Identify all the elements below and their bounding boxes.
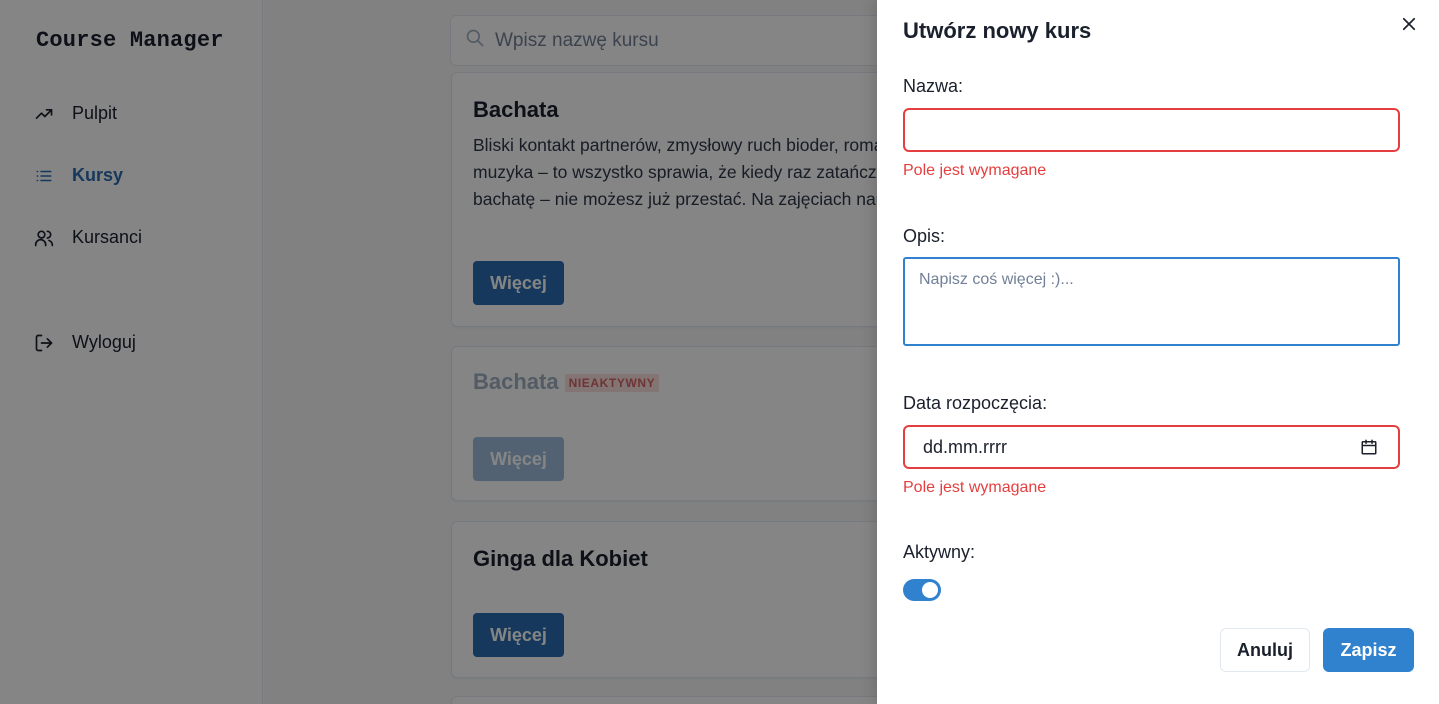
name-error: Pole jest wymagane (903, 162, 1047, 179)
start-date-field[interactable]: dd.mm.rrrr (903, 425, 1400, 469)
create-course-drawer: Utwórz nowy kurs Nazwa: Pole jest wymaga… (877, 0, 1439, 704)
date-placeholder: dd.mm.rrrr (923, 436, 1007, 457)
close-button[interactable] (1396, 12, 1422, 38)
drawer-title: Utwórz nowy kurs (903, 18, 1092, 43)
description-label: Opis: (903, 226, 946, 246)
description-field[interactable] (903, 257, 1400, 346)
active-toggle[interactable] (903, 579, 941, 601)
start-date-label: Data rozpoczęcia: (903, 393, 1048, 413)
name-field[interactable] (903, 108, 1400, 152)
calendar-icon[interactable] (1360, 438, 1378, 461)
start-date-error: Pole jest wymagane (903, 479, 1047, 496)
name-label: Nazwa: (903, 76, 964, 96)
toggle-knob (922, 582, 938, 598)
close-icon (1400, 15, 1418, 36)
active-label: Aktywny: (903, 542, 976, 562)
save-button[interactable]: Zapisz (1323, 628, 1414, 672)
cancel-button[interactable]: Anuluj (1220, 628, 1310, 672)
